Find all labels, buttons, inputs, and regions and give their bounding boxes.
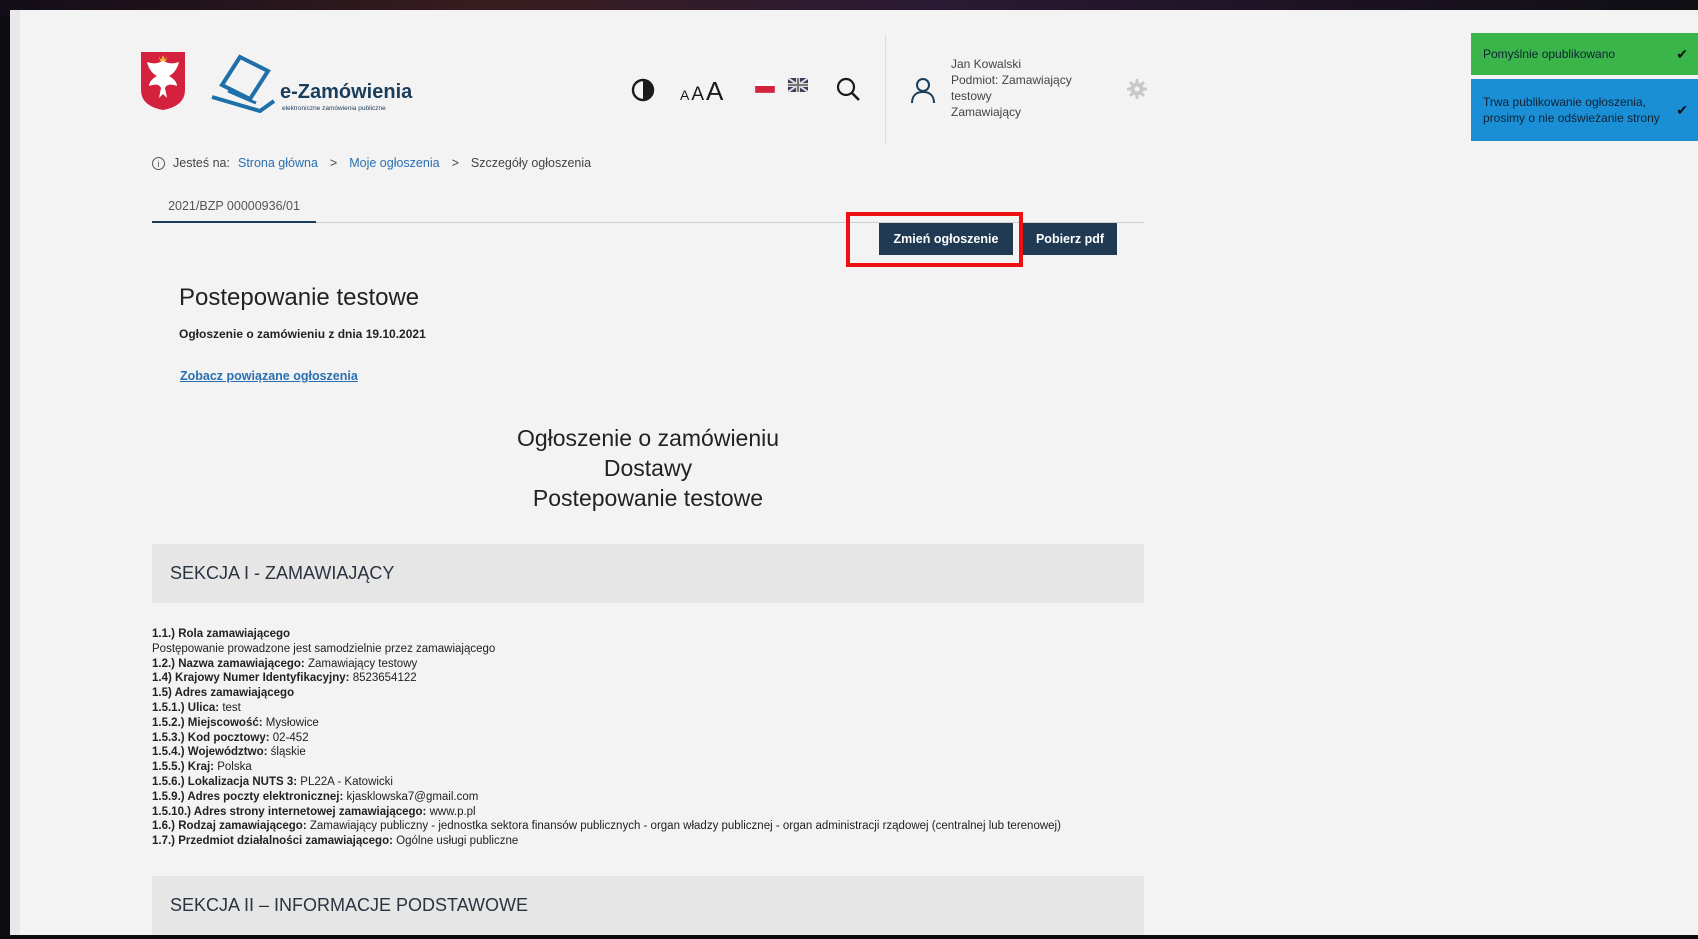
user-entity-cont: testowy: [951, 89, 992, 103]
font-size-small[interactable]: A: [680, 87, 689, 103]
detail-row: 1.5.5.) Kraj: Polska: [152, 760, 1061, 775]
detail-value: Polska: [217, 761, 252, 774]
detail-value: 02-452: [272, 731, 309, 744]
browser-viewport: e-Zamówienia elektroniczne zamówienia pu…: [10, 10, 1698, 935]
notice-heading-line: Postepowanie testowe: [532, 485, 764, 511]
detail-label: 1.5.1.) Ulica:: [152, 701, 220, 714]
detail-label: 1.5.6.) Lokalizacja NUTS 3:: [152, 775, 298, 788]
download-pdf-button[interactable]: Pobierz pdf: [1023, 223, 1117, 255]
brand-name: e-Zamówienia: [280, 81, 413, 103]
detail-value: 8523654122: [352, 672, 417, 685]
detail-row: 1.5.10.) Adres strony internetowej zamaw…: [152, 805, 1061, 820]
detail-row: 1.5.6.) Lokalizacja NUTS 3: PL22A - Kato…: [152, 775, 1061, 790]
detail-label: 1.5.10.) Adres strony internetowej zamaw…: [152, 805, 427, 818]
detail-row: 1.2.) Nazwa zamawiającego: Zamawiający t…: [152, 657, 1061, 672]
detail-row: 1.6.) Rodzaj zamawiającego: Zamawiający …: [152, 819, 1061, 834]
detail-label: 1.5.9.) Adres poczty elektronicznej:: [152, 790, 344, 803]
laptop-logo-icon: [211, 54, 276, 113]
breadcrumb-separator: >: [451, 156, 459, 170]
brand-tagline: elektroniczne zamówienia publiczne: [282, 105, 386, 112]
toast-text: Trwa publikowanie ogłoszenia, prosimy o …: [1483, 95, 1660, 125]
change-notice-button[interactable]: Zmień ogłoszenie: [879, 223, 1013, 255]
detail-value: kjasklowska7@gmail.com: [346, 790, 479, 803]
user-name: Jan Kowalski: [951, 57, 1022, 71]
breadcrumb: i Jesteś na: Strona główna > Moje ogłosz…: [152, 156, 591, 170]
breadcrumb-current: Szczegóły ogłoszenia: [470, 156, 592, 170]
breadcrumb-prefix: Jesteś na:: [173, 156, 230, 170]
info-icon: i: [152, 156, 165, 170]
check-icon: ✔: [1676, 102, 1688, 118]
detail-row: 1.5.3.) Kod pocztowy: 02-452: [152, 731, 1061, 746]
user-icon[interactable]: [910, 76, 936, 104]
detail-label: 1.5.4.) Województwo:: [152, 746, 268, 759]
breadcrumb-home-link[interactable]: Strona główna: [238, 156, 318, 170]
detail-label: 1.6.) Rodzaj zamawiającego:: [152, 820, 307, 833]
check-icon: ✔: [1676, 46, 1688, 62]
section-header: SEKCJA II – INFORMACJE PODSTAWOWE: [152, 876, 1144, 935]
e-zamowienia-logo[interactable]: e-Zamówienia elektroniczne zamówienia pu…: [210, 53, 430, 115]
gear-icon[interactable]: [1127, 79, 1147, 99]
detail-row: 1.5.1.) Ulica: test: [152, 701, 1061, 716]
detail-row: 1.5.9.) Adres poczty elektronicznej: kja…: [152, 790, 1061, 805]
detail-label: 1.5.2.) Miejscowość:: [152, 716, 263, 729]
detail-label: 1.5.5.) Kraj:: [152, 761, 214, 774]
success-toast[interactable]: Pomyślnie opublikowano ✔: [1471, 33, 1698, 75]
section-header: SEKCJA I - ZAMAWIAJĄCY: [152, 544, 1144, 603]
detail-value: PL22A - Katowicki: [300, 775, 393, 788]
contrast-icon[interactable]: [630, 77, 656, 103]
detail-value: Ogólne usługi publiczne: [396, 835, 519, 848]
user-role: Zamawiający: [951, 105, 1022, 119]
font-size-medium[interactable]: A: [691, 84, 704, 106]
detail-row: Postępowanie prowadzone jest samodzielni…: [152, 642, 1061, 657]
detail-row: 1.7.) Przedmiot działalności zamawiające…: [152, 834, 1061, 849]
detail-row: 1.1.) Rola zamawiającego: [152, 627, 1061, 642]
poland-emblem-icon: [141, 52, 185, 110]
tab-notice-number[interactable]: 2021/BZP 00000936/01: [152, 194, 316, 223]
info-toast[interactable]: Trwa publikowanie ogłoszenia, prosimy o …: [1471, 79, 1698, 141]
detail-label: 1.4) Krajowy Numer Identyfikacyjny:: [152, 672, 350, 685]
user-info[interactable]: Jan Kowalski Podmiot: Zamawiający testow…: [951, 56, 1091, 120]
detail-label: 1.5.3.) Kod pocztowy:: [152, 731, 270, 744]
toast-text: Pomyślnie opublikowano: [1483, 47, 1616, 61]
detail-row: 1.5.2.) Miejscowość: Mysłowice: [152, 716, 1061, 731]
detail-value: śląskie: [270, 746, 306, 759]
section-details: 1.1.) Rola zamawiającego Postępowanie pro…: [152, 627, 1061, 849]
detail-label: 1.1.) Rola zamawiającego: [152, 628, 291, 640]
related-notices-link[interactable]: Zobacz powiązane ogłoszenia: [180, 369, 358, 383]
page-title: Postepowanie testowe: [179, 284, 420, 311]
english-flag-icon[interactable]: [788, 78, 808, 92]
notice-heading-line: Ogłoszenie o zamówieniu: [516, 425, 780, 451]
detail-value: www.p.pl: [429, 805, 476, 818]
user-entity: Podmiot: Zamawiający: [951, 73, 1072, 87]
polish-flag-icon[interactable]: [755, 79, 775, 93]
notice-date: Ogłoszenie o zamówieniu z dnia 19.10.202…: [179, 327, 426, 341]
detail-row: 1.4) Krajowy Numer Identyfikacyjny: 8523…: [152, 671, 1061, 686]
detail-row: 1.5) Adres zamawiającego: [152, 686, 1061, 701]
font-size-controls: A A A: [680, 76, 723, 107]
detail-row: 1.5.4.) Województwo: śląskie: [152, 745, 1061, 760]
detail-value: test: [222, 701, 241, 714]
breadcrumb-my-notices-link[interactable]: Moje ogłoszenia: [349, 156, 439, 170]
font-size-large[interactable]: A: [706, 76, 723, 107]
breadcrumb-separator: >: [329, 156, 338, 170]
detail-label: 1.7.) Przedmiot działalności zamawiające…: [152, 835, 393, 848]
notice-heading-line: Dostawy: [603, 455, 693, 481]
detail-value: Zamawiający testowy: [307, 657, 418, 670]
detail-value: Postępowanie prowadzone jest samodzielni…: [152, 642, 496, 655]
search-icon[interactable]: [835, 76, 861, 102]
detail-label: 1.5) Adres zamawiającego: [152, 687, 295, 700]
detail-value: Mysłowice: [265, 716, 319, 729]
detail-label: 1.2.) Nazwa zamawiającego:: [152, 657, 305, 670]
notice-heading: Ogłoszenie o zamówieniu Dostawy Postepow…: [452, 423, 844, 513]
header-divider: [885, 34, 886, 144]
detail-value: Zamawiający publiczny - jednostka sektor…: [309, 820, 1061, 833]
